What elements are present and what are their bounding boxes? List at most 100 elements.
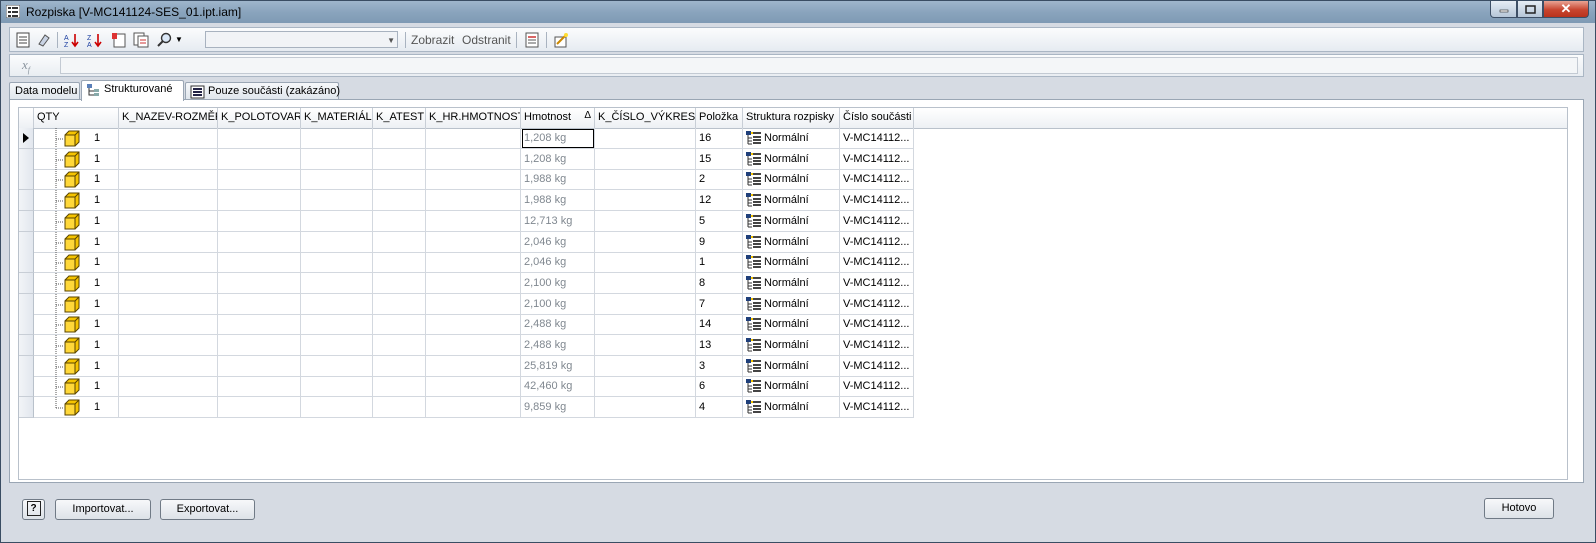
item-cell[interactable]: 16 [696,128,743,149]
material-cell[interactable] [301,335,373,356]
item-cell[interactable]: 3 [696,355,743,377]
semi-product-cell[interactable] [218,355,301,377]
part-number-cell[interactable]: V-MC14112... [840,210,914,232]
qty-cell[interactable]: 1 [34,397,119,419]
name-size-cell[interactable] [119,169,218,191]
semi-product-cell[interactable] [218,231,301,253]
name-size-cell[interactable] [119,272,218,294]
part-number-cell[interactable]: V-MC14112... [840,397,914,419]
semi-product-cell[interactable] [218,272,301,294]
column-header-item[interactable]: Položka [696,108,743,128]
name-size-cell[interactable] [119,376,218,398]
column-chooser-button[interactable] [522,31,542,48]
certificate-cell[interactable] [373,355,426,377]
mass-cell[interactable]: 2,046 kg [521,231,595,253]
column-header-gross-mass[interactable]: K_HR.HMOTNOST [426,108,521,128]
part-number-cell[interactable]: V-MC14112... [840,335,914,356]
semi-product-cell[interactable] [218,148,301,170]
bom-structure-cell[interactable]: Normální [743,272,840,294]
item-cell[interactable]: 9 [696,231,743,253]
drawing-number-cell[interactable] [595,293,696,315]
item-cell[interactable]: 14 [696,314,743,336]
find-dropdown-button[interactable]: ▼ [155,31,185,48]
bom-structure-cell[interactable]: Normální [743,293,840,315]
gross-mass-cell[interactable] [426,210,521,232]
mass-cell[interactable]: 1,208 kg [521,128,595,149]
drawing-number-cell[interactable] [595,190,696,212]
part-number-cell[interactable]: V-MC14112... [840,272,914,294]
material-cell[interactable] [301,169,373,191]
certificate-cell[interactable] [373,293,426,315]
bom-structure-cell[interactable]: Normální [743,148,840,170]
row-selector[interactable] [19,314,34,336]
bom-structure-cell[interactable]: Normální [743,355,840,377]
row-selector[interactable] [19,169,34,191]
column-header-part-number[interactable]: Číslo součásti [840,108,914,128]
column-header-bom-structure[interactable]: Struktura rozpisky [743,108,840,128]
material-cell[interactable] [301,252,373,274]
bom-grid[interactable]: QTY K_NAZEV-ROZMĚR K_POLOTOVAR K_MATERIÁ… [18,107,1568,480]
drawing-number-cell[interactable] [595,169,696,191]
name-size-cell[interactable] [119,210,218,232]
table-row[interactable]: 1 2,488 kg 13 Normální V-MC14112... [19,335,1567,356]
bom-structure-cell[interactable]: Normální [743,376,840,398]
qty-cell[interactable]: 1 [34,293,119,315]
certificate-cell[interactable] [373,397,426,419]
gross-mass-cell[interactable] [426,314,521,336]
certificate-cell[interactable] [373,231,426,253]
table-row[interactable]: 1 42,460 kg 6 Normální V-MC14112... [19,376,1567,398]
qty-cell[interactable]: 1 [34,210,119,232]
certificate-cell[interactable] [373,272,426,294]
certificate-cell[interactable] [373,148,426,170]
item-cell[interactable]: 4 [696,397,743,419]
remove-button[interactable]: Odstranit [462,33,511,47]
material-cell[interactable] [301,293,373,315]
table-row[interactable]: 1 1,208 kg 15 Normální V-MC14112... [19,148,1567,170]
row-selector[interactable] [19,272,34,294]
material-cell[interactable] [301,210,373,232]
bom-structure-cell[interactable]: Normální [743,128,840,149]
part-number-cell[interactable]: V-MC14112... [840,128,914,149]
drawing-number-cell[interactable] [595,128,696,149]
table-row[interactable]: 1 2,046 kg 9 Normální V-MC14112... [19,231,1567,253]
name-size-cell[interactable] [119,231,218,253]
item-cell[interactable]: 6 [696,376,743,398]
tab-model-data[interactable]: Data modelu [9,82,80,100]
row-selector[interactable] [19,231,34,253]
material-cell[interactable] [301,355,373,377]
part-number-cell[interactable]: V-MC14112... [840,148,914,170]
row-selector[interactable] [19,148,34,170]
mass-cell[interactable]: 1,208 kg [521,148,595,170]
gross-mass-cell[interactable] [426,272,521,294]
drawing-number-cell[interactable] [595,397,696,419]
mass-cell[interactable]: 1,988 kg [521,190,595,212]
drawing-number-cell[interactable] [595,355,696,377]
material-cell[interactable] [301,190,373,212]
drawing-number-cell[interactable] [595,272,696,294]
qty-cell[interactable]: 1 [34,314,119,336]
certificate-cell[interactable] [373,376,426,398]
bom-structure-cell[interactable]: Normální [743,397,840,419]
gross-mass-cell[interactable] [426,376,521,398]
name-size-cell[interactable] [119,335,218,356]
sort-ascending-button[interactable]: AZ [62,31,82,48]
help-button[interactable]: ? [22,499,45,520]
export-button[interactable]: Exportovat... [160,499,255,520]
column-header-drawing-number[interactable]: K_ČÍSLO_VÝKRESU [595,108,696,128]
maximize-button[interactable] [1517,1,1543,18]
certificate-cell[interactable] [373,128,426,149]
mass-cell[interactable]: 2,046 kg [521,252,595,274]
qty-cell[interactable]: 1 [34,252,119,274]
semi-product-cell[interactable] [218,128,301,149]
certificate-cell[interactable] [373,335,426,356]
gross-mass-cell[interactable] [426,128,521,149]
material-cell[interactable] [301,128,373,149]
bom-structure-cell[interactable]: Normální [743,169,840,191]
semi-product-cell[interactable] [218,293,301,315]
name-size-cell[interactable] [119,252,218,274]
bom-structure-cell[interactable]: Normální [743,210,840,232]
drawing-number-cell[interactable] [595,148,696,170]
table-row[interactable]: 1 1,988 kg 12 Normální V-MC14112... [19,190,1567,212]
drawing-number-cell[interactable] [595,314,696,336]
name-size-cell[interactable] [119,314,218,336]
